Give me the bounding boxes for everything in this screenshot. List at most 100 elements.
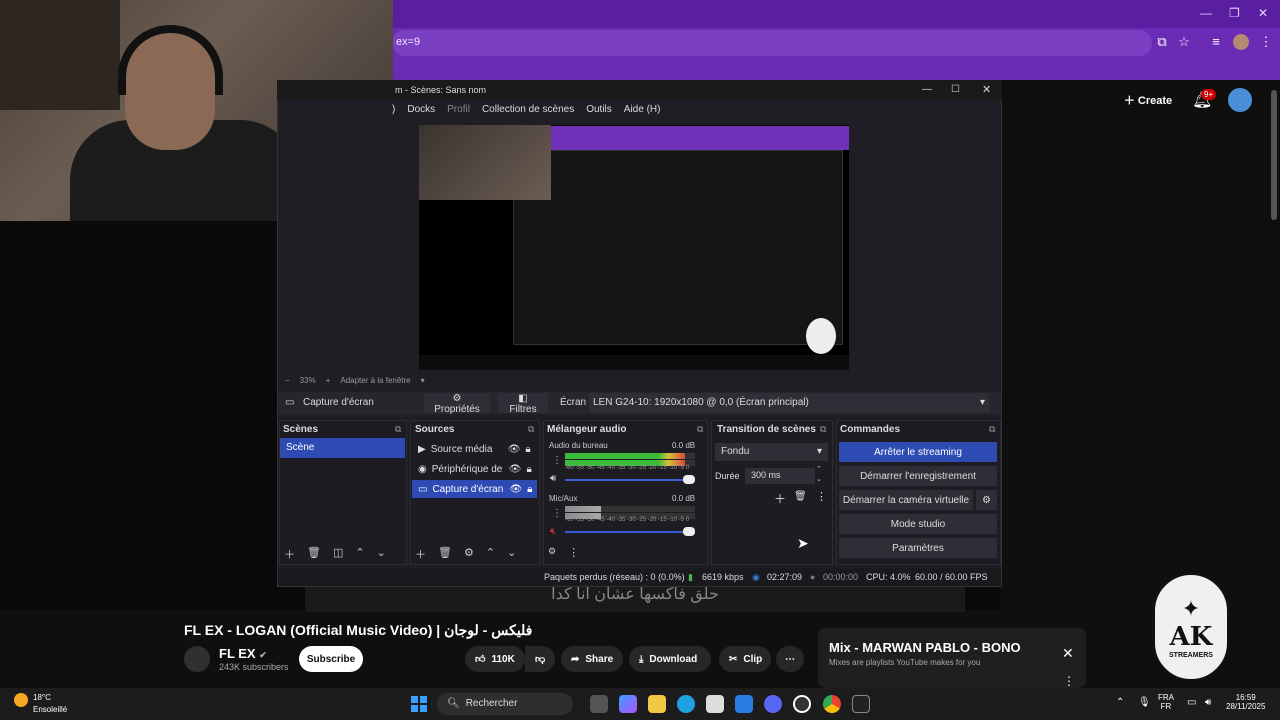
store-icon[interactable] (706, 695, 724, 713)
obs-icon[interactable] (793, 695, 811, 713)
start-recording-button[interactable]: Démarrer l'enregistrement (839, 466, 997, 486)
network-icon[interactable]: ▭ (1187, 697, 1196, 708)
epic-games-icon[interactable] (852, 695, 870, 713)
stepper-up-icon[interactable]: ⌃ (816, 465, 822, 473)
start-button[interactable] (411, 696, 427, 712)
clock[interactable]: 16:59 28/11/2025 (1226, 693, 1265, 711)
screen-select[interactable]: LEN G24-10: 1920x1080 @ 0,0 (Écran princ… (589, 393, 989, 413)
create-button[interactable]: ＋ Create (1117, 88, 1179, 112)
maximize-icon[interactable]: ❐ (1229, 6, 1240, 20)
duration-input[interactable]: 300 ms (745, 468, 815, 484)
trash-icon[interactable]: 🗑︎ (794, 491, 807, 502)
weather-temperature[interactable]: 18°C (33, 693, 51, 702)
mail-icon[interactable] (735, 695, 753, 713)
minimize-icon[interactable]: — (922, 84, 932, 95)
language-indicator[interactable]: FRA FR (1158, 693, 1174, 711)
maximize-icon[interactable]: ☐ (951, 84, 960, 95)
task-view-icon[interactable] (590, 695, 608, 713)
add-icon[interactable]: ＋ (284, 546, 295, 562)
kebab-icon[interactable]: ⋮ (552, 508, 562, 519)
gear-icon[interactable]: ⚙ (464, 546, 474, 562)
undock-icon[interactable]: ⧉ (820, 424, 826, 435)
volume-icon[interactable]: 🔊︎ (1205, 697, 1211, 708)
menu-item-scene-collection[interactable]: Collection de scènes (482, 104, 574, 115)
volume-slider[interactable] (565, 479, 695, 481)
zoom-in-icon[interactable]: + (326, 376, 331, 385)
address-bar[interactable]: ex=9 (392, 30, 1152, 56)
volume-slider-handle[interactable] (683, 527, 695, 536)
lock-icon[interactable]: 🔒︎ (527, 484, 532, 495)
advanced-audio-icon[interactable]: ⚙ (548, 546, 556, 559)
chevron-up-icon[interactable]: ⌃ (1116, 697, 1124, 708)
more-vert-icon[interactable]: ⋮ (1063, 674, 1075, 688)
virtual-camera-settings-button[interactable]: ⚙ (976, 490, 997, 510)
fit-window-label[interactable]: Adapter à la fenêtre (340, 376, 410, 385)
scene-item[interactable]: Scène (280, 438, 405, 458)
clip-button[interactable]: ✂ Clip (719, 646, 771, 672)
media-control-icon[interactable]: ≡ (1208, 34, 1224, 50)
mic-muted-icon[interactable]: 🔇︎ (550, 526, 556, 537)
source-row[interactable]: ◉ Périphérique de c 👁︎ 🔒︎ (412, 460, 537, 478)
channel-avatar[interactable] (184, 646, 210, 672)
speaker-icon[interactable]: 🔊︎ (550, 473, 556, 484)
avatar[interactable] (1228, 88, 1252, 112)
kebab-icon[interactable]: ⋮ (568, 546, 579, 559)
filters-button[interactable]: ◧ Filtres (498, 393, 548, 415)
menu-item-help[interactable]: Aide (H) (624, 104, 661, 115)
menu-kebab-icon[interactable]: ⋮ (1258, 34, 1274, 50)
profile-avatar[interactable] (1233, 34, 1249, 50)
lock-icon[interactable]: 🔒︎ (525, 444, 530, 455)
more-actions-button[interactable]: ⋯ (776, 646, 804, 672)
install-app-icon[interactable]: ⧉ (1154, 34, 1170, 50)
share-button[interactable]: ➦ Share (561, 646, 623, 672)
undock-icon[interactable]: ⧉ (989, 424, 995, 435)
menu-item-profile[interactable]: Profil (447, 104, 470, 115)
stepper-down-icon[interactable]: ⌄ (816, 475, 822, 483)
source-row[interactable]: ▭ Capture d'écran 👁︎ 🔒︎ (412, 480, 537, 498)
menu-item-tools[interactable]: Outils (586, 104, 612, 115)
scrollbar[interactable] (1271, 90, 1277, 220)
weather-sun-icon[interactable] (14, 693, 28, 707)
channel-name[interactable]: FL EX ✔ (219, 646, 267, 661)
filter-icon[interactable]: ◫ (333, 546, 343, 562)
trash-icon[interactable]: 🗑︎ (438, 546, 452, 562)
weather-description[interactable]: Ensoleillé (33, 705, 67, 714)
undock-icon[interactable]: ⧉ (395, 424, 401, 435)
dislike-button[interactable]: 👎︎ (525, 646, 555, 672)
arrow-up-icon[interactable]: ⌃ (486, 546, 495, 562)
kebab-icon[interactable]: ⋮ (552, 455, 562, 466)
eye-icon[interactable]: 👁︎ (509, 484, 522, 495)
kebab-icon[interactable]: ⋮ (816, 490, 827, 503)
menu-item-edit[interactable]: ) (392, 104, 395, 115)
minimize-icon[interactable]: — (1200, 6, 1212, 20)
subscribe-button[interactable]: Subscribe (299, 646, 363, 672)
settings-button[interactable]: Paramètres (839, 538, 997, 558)
transition-select[interactable]: Fondu ▾ (715, 443, 828, 461)
close-icon[interactable]: ✕ (1258, 6, 1268, 20)
volume-slider[interactable] (565, 531, 695, 533)
add-icon[interactable]: ＋ (774, 490, 786, 507)
chevron-down-icon[interactable]: ▾ (421, 376, 425, 385)
arrow-down-icon[interactable]: ⌄ (507, 546, 516, 562)
edge-icon[interactable] (677, 695, 695, 713)
discord-icon[interactable] (764, 695, 782, 713)
add-icon[interactable]: ＋ (415, 546, 426, 562)
lock-icon[interactable]: 🔒︎ (526, 464, 531, 475)
eye-icon[interactable]: 👁︎ (508, 444, 521, 455)
zoom-out-icon[interactable]: − (285, 376, 290, 385)
like-button[interactable]: 👍︎ 110K (465, 646, 525, 672)
close-icon[interactable]: ✕ (1062, 645, 1074, 662)
studio-mode-button[interactable]: Mode studio (839, 514, 997, 534)
copilot-icon[interactable] (619, 695, 637, 713)
eye-icon[interactable]: 👁︎ (509, 464, 522, 475)
taskbar-search[interactable]: 🔍︎ Rechercher (437, 693, 573, 715)
source-row[interactable]: ▶ Source média 👁︎ 🔒︎ (412, 440, 537, 458)
menu-item-docks[interactable]: Docks (407, 104, 435, 115)
stop-streaming-button[interactable]: Arrêter le streaming (839, 442, 997, 462)
undock-icon[interactable]: ⧉ (697, 424, 703, 435)
bookmark-star-icon[interactable]: ☆ (1176, 34, 1192, 50)
trash-icon[interactable]: 🗑︎ (307, 546, 321, 562)
close-icon[interactable]: ✕ (982, 83, 991, 96)
arrow-up-icon[interactable]: ⌃ (355, 546, 364, 562)
properties-button[interactable]: ⚙ Propriétés (424, 393, 490, 415)
